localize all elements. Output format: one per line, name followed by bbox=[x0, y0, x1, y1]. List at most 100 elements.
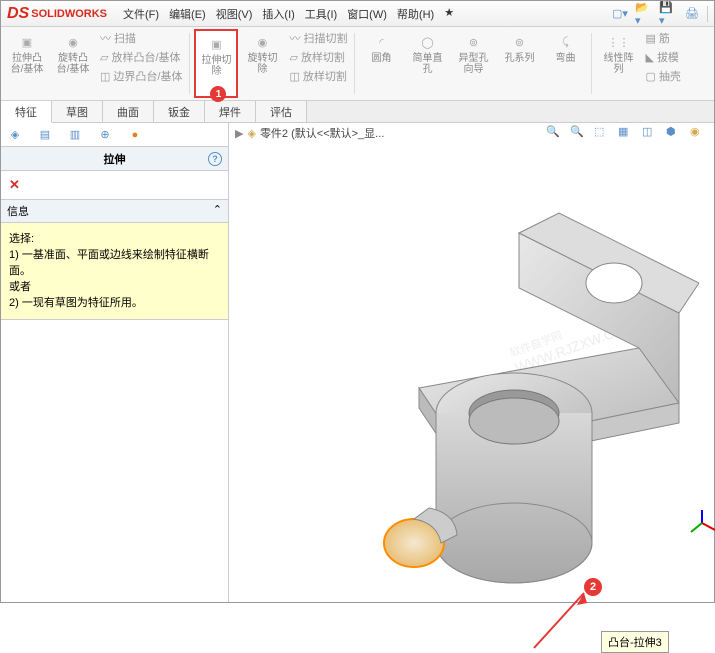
tab-features[interactable]: 特征 bbox=[1, 101, 52, 123]
panel-tab-config-icon[interactable]: ▤ bbox=[35, 125, 55, 145]
rib-button[interactable]: ▤筋 bbox=[642, 29, 683, 47]
command-tabs: 特征 草图 曲面 钣金 焊件 评估 bbox=[1, 101, 714, 123]
new-icon[interactable]: ▢▾ bbox=[611, 5, 629, 23]
menu-star[interactable]: ★ bbox=[440, 3, 458, 25]
fillet-icon: ◜ bbox=[368, 31, 394, 53]
boundary-icon: ◫ bbox=[100, 70, 110, 83]
help-icon[interactable]: ? bbox=[208, 152, 222, 166]
info-body: 选择: 1) 一基准面、平面或边线来绘制特征横断面。 或者 2) 一现有草图为特… bbox=[1, 223, 228, 320]
ribbon-sep bbox=[189, 33, 190, 94]
panel-tab-property-icon[interactable]: ▥ bbox=[65, 125, 85, 145]
info-section-header[interactable]: 信息 ⌃ bbox=[1, 199, 228, 223]
hole-series-button[interactable]: ⊚ 孔系列 bbox=[497, 29, 541, 98]
revolve-cut-icon: ◉ bbox=[249, 31, 275, 53]
tab-surfaces[interactable]: 曲面 bbox=[103, 101, 154, 122]
linear-pattern-icon: ⋮⋮ bbox=[605, 31, 631, 53]
menu-items: 文件(F) 编辑(E) 视图(V) 插入(I) 工具(I) 窗口(W) 帮助(H… bbox=[119, 3, 458, 25]
menu-file[interactable]: 文件(F) bbox=[119, 3, 163, 25]
zoom-fit-icon[interactable]: 🔍 bbox=[546, 125, 564, 143]
shell-icon: ▢ bbox=[645, 70, 655, 83]
ribbon: ▣ 拉伸凸 台/基体 ◉ 旋转凸 台/基体 〰扫描 ▱放样凸台/基体 ◫边界凸台… bbox=[1, 27, 714, 101]
view-orientation-icon[interactable]: ⬚ bbox=[594, 125, 612, 143]
hole-wizard-button[interactable]: ⊚ 异型孔 向导 bbox=[451, 29, 495, 98]
sweep-cut-icon: 〰 bbox=[289, 30, 300, 46]
revolve-cut-button[interactable]: ◉ 旋转切 除 bbox=[240, 29, 284, 98]
menu-insert[interactable]: 插入(I) bbox=[258, 3, 298, 25]
breadcrumb-part[interactable]: 零件2 (默认<<默认>_显... bbox=[260, 125, 384, 141]
loft-button[interactable]: ▱放样凸台/基体 bbox=[97, 48, 185, 66]
panel-tab-display-icon[interactable]: ⊕ bbox=[95, 125, 115, 145]
view-triad[interactable] bbox=[687, 508, 715, 538]
simple-hole-icon: ◯ bbox=[414, 31, 440, 53]
revolve-boss-button[interactable]: ◉ 旋转凸 台/基体 bbox=[51, 29, 95, 98]
boundary-button[interactable]: ◫边界凸台/基体 bbox=[97, 67, 185, 85]
extrude-cut-button[interactable]: ▣ 拉伸切 除 1 bbox=[194, 29, 238, 98]
display-style-icon[interactable]: ▦ bbox=[618, 125, 636, 143]
linear-pattern-button[interactable]: ⋮⋮ 线性阵 列 bbox=[596, 29, 640, 98]
feature-small-group: ▤筋 ◣拔模 ▢抽壳 bbox=[642, 29, 683, 98]
hole-wizard-icon: ⊚ bbox=[460, 31, 486, 53]
menu-help[interactable]: 帮助(H) bbox=[393, 3, 438, 25]
open-icon[interactable]: 📂▾ bbox=[635, 5, 653, 23]
extrude-boss-icon: ▣ bbox=[14, 31, 40, 53]
sweep-button[interactable]: 〰扫描 bbox=[97, 29, 185, 47]
boss-small-group: 〰扫描 ▱放样凸台/基体 ◫边界凸台/基体 bbox=[97, 29, 185, 98]
zoom-area-icon[interactable]: 🔍 bbox=[570, 125, 588, 143]
panel-tab-appearance-icon[interactable]: ● bbox=[125, 125, 145, 145]
hole-series-icon: ⊚ bbox=[506, 31, 532, 53]
callout-2: 2 bbox=[584, 578, 602, 596]
loft-cut-icon: ▱ bbox=[289, 51, 297, 64]
menu-right: ▢▾ 📂▾ 💾▾ 🖨 bbox=[611, 5, 708, 23]
tab-weldments[interactable]: 焊件 bbox=[205, 101, 256, 122]
extrude-cut-icon: ▣ bbox=[203, 33, 229, 55]
tab-sketch[interactable]: 草图 bbox=[52, 101, 103, 122]
sweep-icon: 〰 bbox=[100, 30, 111, 46]
panel-header: 拉伸 ? bbox=[1, 147, 228, 171]
panel-tabs: ◈ ▤ ▥ ⊕ ● bbox=[1, 123, 228, 147]
part-icon: ◈ bbox=[247, 127, 255, 140]
tab-sheetmetal[interactable]: 钣金 bbox=[154, 101, 205, 122]
breadcrumb-arrow-icon[interactable]: ▶ bbox=[235, 127, 243, 140]
cancel-button[interactable]: ✕ bbox=[1, 171, 228, 199]
sweep-cut-button[interactable]: 〰扫描切割 bbox=[286, 29, 350, 47]
menu-bar: DS SOLIDWORKS 文件(F) 编辑(E) 视图(V) 插入(I) 工具… bbox=[1, 1, 714, 27]
breadcrumb: ▶ ◈ 零件2 (默认<<默认>_显... bbox=[235, 125, 384, 141]
revolve-boss-icon: ◉ bbox=[60, 31, 86, 53]
logo-icon: DS bbox=[7, 5, 29, 23]
bend-icon: ⤹ bbox=[552, 31, 578, 53]
property-panel: ◈ ▤ ▥ ⊕ ● 拉伸 ? ✕ 信息 ⌃ 选择: 1) 一基准面、平面或边线来… bbox=[1, 123, 229, 602]
info-section: 信息 ⌃ 选择: 1) 一基准面、平面或边线来绘制特征横断面。 或者 2) 一现… bbox=[1, 199, 228, 320]
draft-button[interactable]: ◣拔模 bbox=[642, 48, 683, 66]
print-icon[interactable]: 🖨 bbox=[683, 5, 701, 23]
section-view-icon[interactable]: ◫ bbox=[642, 125, 660, 143]
shell-button[interactable]: ▢抽壳 bbox=[642, 67, 683, 85]
viewport[interactable]: ▶ ◈ 零件2 (默认<<默认>_显... 🔍 🔍 ⬚ ▦ ◫ ⬢ ◉ 软件自学… bbox=[229, 123, 714, 602]
separator bbox=[707, 6, 708, 22]
save-icon[interactable]: 💾▾ bbox=[659, 5, 677, 23]
menu-tools[interactable]: 工具(I) bbox=[301, 3, 341, 25]
boundary-cut-button[interactable]: ◫放样切割 bbox=[286, 67, 350, 85]
ribbon-sep bbox=[354, 33, 355, 94]
appearance-icon[interactable]: ◉ bbox=[690, 125, 708, 143]
tab-evaluate[interactable]: 评估 bbox=[256, 101, 307, 122]
ribbon-sep bbox=[591, 33, 592, 94]
feature-tooltip: 凸台-拉伸3 bbox=[601, 631, 669, 653]
extrude-boss-button[interactable]: ▣ 拉伸凸 台/基体 bbox=[5, 29, 49, 98]
part-model[interactable] bbox=[269, 173, 699, 593]
fillet-button[interactable]: ◜ 圆角 bbox=[359, 29, 403, 98]
panel-title: 拉伸 bbox=[104, 151, 126, 167]
content-area: ◈ ▤ ▥ ⊕ ● 拉伸 ? ✕ 信息 ⌃ 选择: 1) 一基准面、平面或边线来… bbox=[1, 123, 714, 602]
app-logo: DS SOLIDWORKS bbox=[7, 5, 107, 23]
rib-icon: ▤ bbox=[645, 32, 655, 45]
menu-view[interactable]: 视图(V) bbox=[212, 3, 257, 25]
draft-icon: ◣ bbox=[645, 51, 653, 64]
loft-cut-button[interactable]: ▱放样切割 bbox=[286, 48, 350, 66]
menu-edit[interactable]: 编辑(E) bbox=[165, 3, 210, 25]
viewport-toolbar: 🔍 🔍 ⬚ ▦ ◫ ⬢ ◉ bbox=[546, 125, 708, 143]
simple-hole-button[interactable]: ◯ 简单直 孔 bbox=[405, 29, 449, 98]
panel-tab-feature-icon[interactable]: ◈ bbox=[5, 125, 25, 145]
bend-button[interactable]: ⤹ 弯曲 bbox=[543, 29, 587, 98]
menu-window[interactable]: 窗口(W) bbox=[343, 3, 391, 25]
cut-small-group: 〰扫描切割 ▱放样切割 ◫放样切割 bbox=[286, 29, 350, 98]
scene-icon[interactable]: ⬢ bbox=[666, 125, 684, 143]
